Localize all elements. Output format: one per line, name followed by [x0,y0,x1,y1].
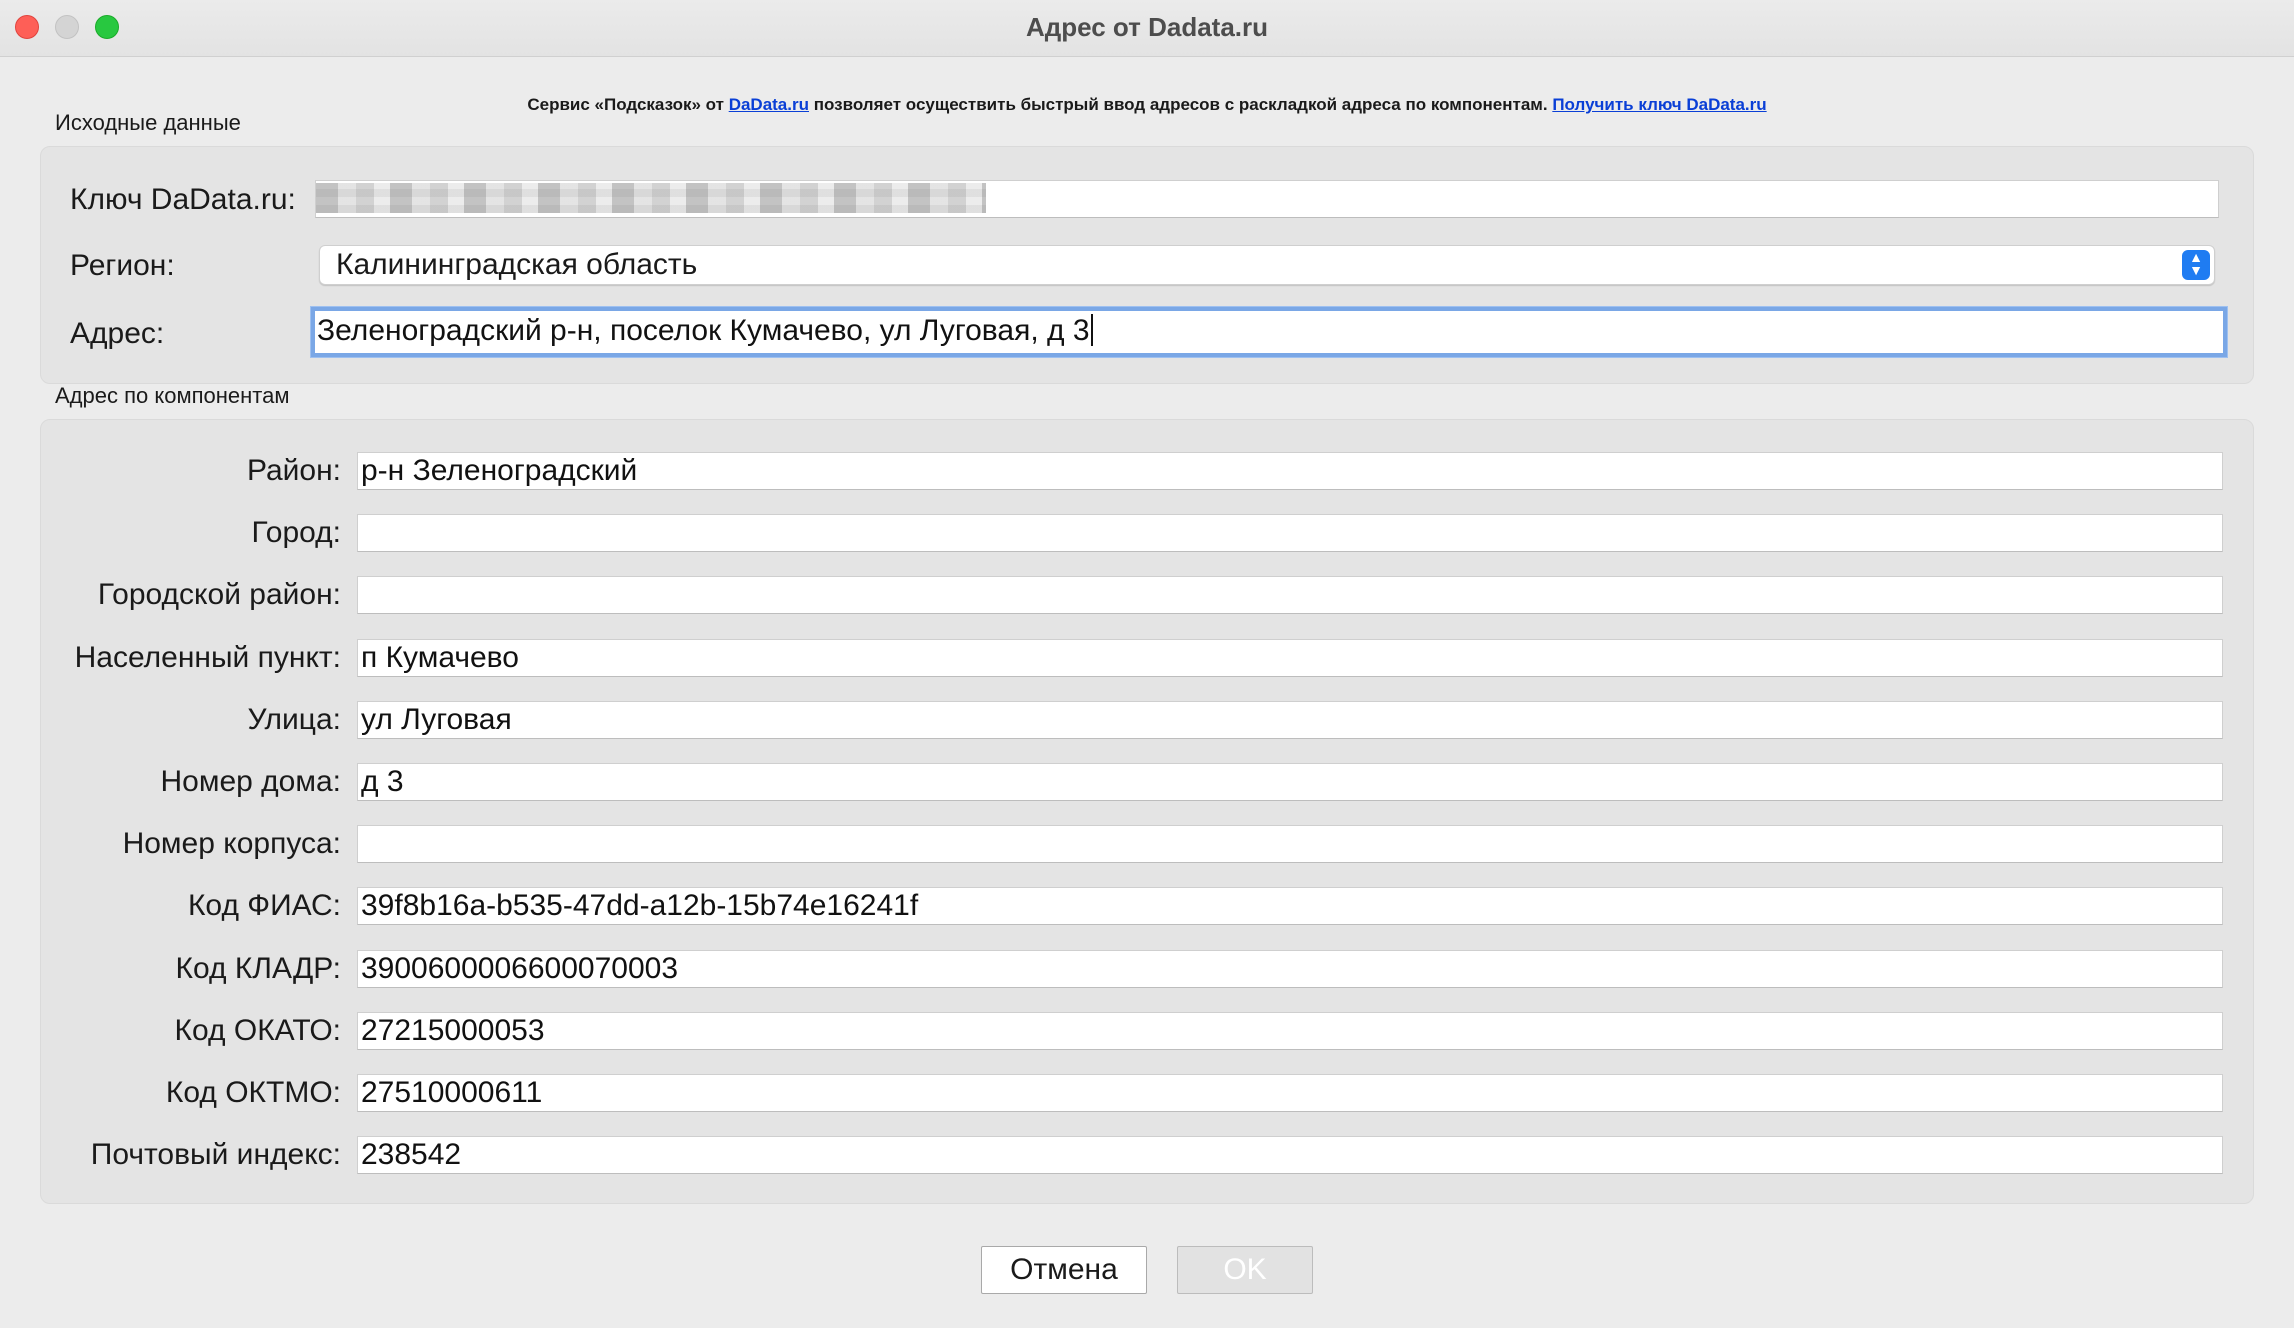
source-group-label: Исходные данные [55,110,241,135]
chevron-up-down-icon: ▲ ▼ [2182,250,2210,280]
component-field[interactable]: 27215000053 [357,1012,2223,1050]
component-field[interactable]: р-н Зеленоградский [357,452,2223,490]
component-value: 238542 [361,1138,462,1171]
text-caret [1090,314,1093,346]
address-label: Адрес: [70,317,165,350]
region-label: Регион: [70,249,175,282]
component-field[interactable] [357,825,2223,863]
ok-button[interactable]: OK [1177,1246,1313,1294]
component-field[interactable]: ул Луговая [357,701,2223,739]
source-group: Ключ DaData.ru: Регион: Калининградская … [40,146,2254,384]
component-value: ул Луговая [361,703,512,736]
title-bar: Адрес от Dadata.ru [0,0,2294,57]
component-value: д 3 [361,765,404,798]
component-value: 39f8b16a-b535-47dd-a12b-15b74e16241f [361,889,919,922]
region-selected-value: Калининградская область [336,248,698,281]
component-field[interactable]: 3900600006600070003 [357,950,2223,988]
component-label: Почтовый индекс: [90,1138,341,1171]
component-field[interactable]: п Кумачево [357,639,2223,677]
component-label: Населенный пункт: [74,641,341,674]
window-title: Адрес от Dadata.ru [1025,12,1269,42]
component-value: р-н Зеленоградский [361,454,638,487]
component-label: Район: [246,454,341,487]
component-value: 27215000053 [361,1014,545,1047]
component-field[interactable]: д 3 [357,763,2223,801]
cancel-button[interactable]: Отмена [981,1246,1147,1294]
key-field[interactable] [315,180,2219,218]
component-label: Код ФИАС: [187,889,341,922]
service-info-middle: позволяет осуществить быстрый ввод адрес… [809,95,1553,114]
redacted-key-mask [316,183,986,213]
components-group: Район: р-н Зеленоградский Город: Городской … [40,419,2254,1204]
component-label: Улица: [247,703,341,736]
component-field[interactable]: 27510000611 [357,1074,2223,1112]
component-label: Номер корпуса: [122,827,341,860]
component-label: Код КЛАДР: [175,952,341,985]
key-label: Ключ DaData.ru: [70,183,296,216]
region-select[interactable]: Калининградская область ▲ ▼ [319,245,2215,285]
component-field[interactable]: 39f8b16a-b535-47dd-a12b-15b74e16241f [357,887,2223,925]
component-label: Код ОКАТО: [174,1014,341,1047]
address-input[interactable]: Зеленоградский р-н, поселок Кумачево, ул… [311,307,2227,357]
component-value: п Кумачево [361,641,519,674]
component-field[interactable]: 238542 [357,1136,2223,1174]
address-value: Зеленоградский р-н, поселок Кумачево, ул… [317,314,1090,347]
component-value: 3900600006600070003 [361,952,679,985]
component-field[interactable] [357,576,2223,614]
component-value: 27510000611 [361,1076,543,1109]
component-label: Код ОКТМО: [165,1076,341,1109]
components-group-label: Адрес по компонентам [55,383,290,408]
component-field[interactable] [357,514,2223,552]
component-label: Город: [251,516,341,549]
component-label: Номер дома: [160,765,341,798]
get-key-link[interactable]: Получить ключ DaData.ru [1552,95,1766,114]
dadata-address-dialog: Адрес от Dadata.ru Сервис «Подсказок» от… [0,0,2294,1328]
dadata-link[interactable]: DaData.ru [729,95,809,114]
service-info-prefix: Сервис «Подсказок» от [527,95,729,114]
component-label: Городской район: [97,578,341,611]
service-info: Сервис «Подсказок» от DaData.ru позволяе… [0,95,2294,115]
